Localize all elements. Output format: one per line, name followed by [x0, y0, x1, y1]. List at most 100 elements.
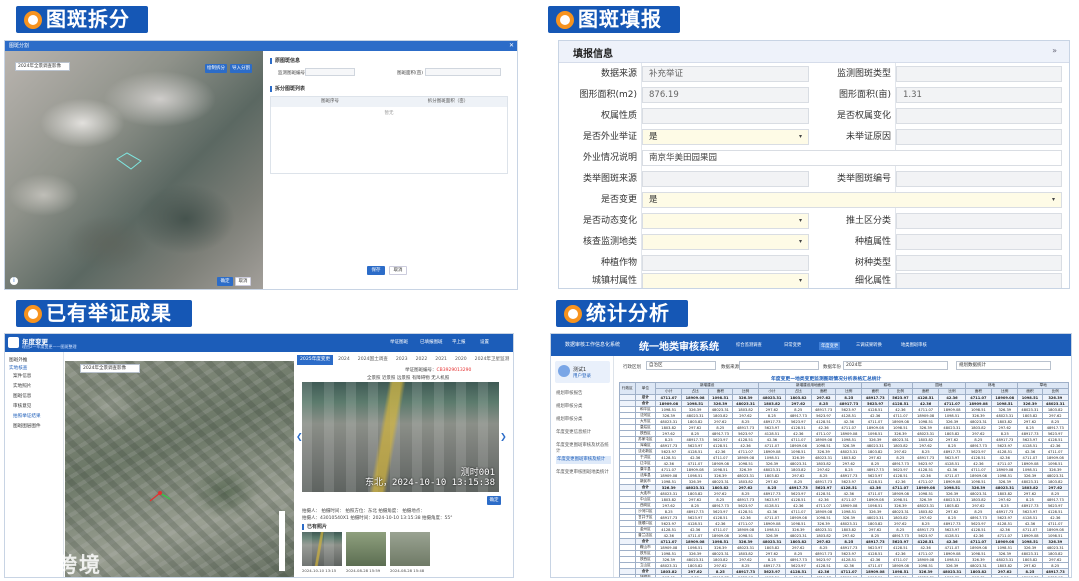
tab-year[interactable]: 2021	[432, 355, 450, 365]
nav-item[interactable]: 地类图斑审核	[901, 342, 927, 348]
tab-year[interactable]: 2024国土调查	[355, 355, 391, 365]
table-cell: 5623.97	[731, 574, 760, 577]
pin-code-label: 举证图斑编号：CB3929013290	[405, 367, 471, 373]
similar-source-field[interactable]	[642, 171, 809, 187]
nav-item[interactable]: 平上报	[452, 339, 466, 345]
map-view[interactable]: 2024年全景调查影像 绘制拆分 导入分割 确定 取消 i	[5, 51, 263, 289]
nav-item[interactable]: 已填报图斑	[420, 339, 443, 345]
sidebar-item[interactable]: 图斑信息	[13, 393, 31, 399]
sidebar-item[interactable]: 规划审核分类	[556, 417, 611, 423]
fill-form-panel: 填报信息 » 数据来源 补充举证 监测图斑类型 图形面积(m2) 876.19 …	[558, 40, 1070, 289]
map-cancel-button[interactable]: 取消	[235, 277, 251, 286]
photo-thumbnail[interactable]	[302, 532, 342, 566]
next-photo-icon[interactable]: ❯	[500, 432, 507, 441]
layer-select[interactable]: 2024年全景调查影像	[80, 364, 140, 373]
table-cell: 4711.07	[810, 574, 837, 577]
tab-year[interactable]: 2024年卫星监测	[472, 355, 513, 365]
user-card[interactable]: 测试1 用户登录	[555, 361, 610, 383]
parcel-outline[interactable]	[115, 151, 145, 171]
close-icon[interactable]: ✕	[509, 41, 514, 51]
tab-year[interactable]: 2022	[413, 355, 431, 365]
no-evidence-reason-field[interactable]	[896, 129, 1062, 145]
sidebar-item[interactable]: 实地核查	[9, 365, 27, 371]
tab-year[interactable]: 2023	[393, 355, 411, 365]
table-cell: 1803.82	[938, 574, 966, 577]
ownership-change-field[interactable]	[896, 108, 1062, 124]
planting-attr-field[interactable]	[896, 234, 1062, 250]
filter-option[interactable]: 有障碍物	[412, 376, 430, 381]
data-source-field[interactable]: 补充举证	[642, 66, 809, 82]
is-changed-select[interactable]: 是 ▾	[642, 192, 1062, 208]
sidebar-item[interactable]: 年度变更信息统计	[556, 430, 611, 436]
stats-select[interactable]: 规划数据统计	[956, 361, 1051, 370]
tree-type-field[interactable]	[896, 255, 1062, 271]
region-select[interactable]: 自治区	[646, 361, 716, 370]
table-cell: 5623.97	[1041, 574, 1069, 577]
form-row: 是否动态变化 ▾ 推土区分类	[559, 211, 1069, 232]
crop-field[interactable]	[642, 255, 809, 271]
monitor-type-field[interactable]	[896, 66, 1062, 82]
photo-thumbnail[interactable]	[346, 532, 386, 566]
sidebar-item[interactable]: 年度变更图斑审核及状态统计	[556, 443, 611, 454]
collapse-icon[interactable]: »	[1052, 46, 1057, 55]
nav-item[interactable]: 年度变更	[819, 342, 841, 350]
photo-thumbnail[interactable]	[390, 532, 430, 566]
bullet-icon	[556, 10, 574, 29]
sidebar-item[interactable]: 图斑图层图件	[13, 423, 41, 429]
sidebar-item[interactable]: 年度变更审核图斑地类统计	[556, 470, 611, 476]
filter-option[interactable]: 远景照	[397, 376, 411, 381]
draw-split-button[interactable]: 绘制拆分	[205, 64, 227, 73]
tab-year[interactable]: 2025年度变更	[297, 355, 334, 365]
pin-markers[interactable]	[145, 481, 185, 511]
tab-year[interactable]: 2024	[335, 355, 353, 365]
bulldozer-class-field[interactable]	[896, 213, 1062, 229]
nav-item[interactable]: 日常变更	[784, 342, 801, 348]
nav-item[interactable]: 三调成果转换	[856, 342, 882, 348]
ownership-field[interactable]	[642, 108, 809, 124]
sidebar-item[interactable]: 规划审核报告	[556, 391, 611, 397]
year-select[interactable]: 2024年	[843, 361, 948, 370]
map-confirm-button[interactable]: 确定	[217, 277, 233, 286]
evidence-photo[interactable]: 测时001 东北，2024-10-10 13:15:38	[302, 382, 499, 492]
field-label: 数据来源	[600, 69, 637, 79]
import-split-button[interactable]: 导入分割	[230, 64, 252, 73]
ok-button[interactable]: 确定	[487, 496, 501, 505]
save-button[interactable]: 保存	[367, 266, 385, 275]
filter-option[interactable]: 无人机照	[431, 376, 449, 381]
nav-item[interactable]: 举证图斑	[390, 339, 408, 345]
sidebar-item[interactable]: 实地照片	[13, 383, 31, 389]
photo-stamp-time: 东北，2024-10-10 13:15:38	[365, 478, 495, 488]
photo-info-2: 拍摄人：43010540X1 拍摄时间：2024-10-10 13:15:38 …	[302, 516, 453, 521]
dynamic-change-select[interactable]: ▾	[642, 213, 809, 229]
field-evidence-select[interactable]: 是 ▾	[642, 129, 809, 145]
form-row: 城镇村属性 ▾ 细化属性	[559, 271, 1069, 288]
cancel-button[interactable]: 取消	[389, 266, 407, 275]
filter-option[interactable]: 近景照	[382, 376, 396, 381]
info-icon[interactable]: i	[10, 277, 18, 285]
map-view[interactable]: 2024年全景调查影像	[65, 361, 294, 577]
sidebar-item[interactable]: 拍照举证结果	[13, 413, 41, 419]
land-class-select[interactable]: ▾	[642, 234, 809, 250]
urban-attr-select[interactable]: ▾	[642, 273, 809, 288]
form-row: 类举图斑来源 类举图斑编号	[559, 169, 1069, 190]
layer-select[interactable]: 2024年全景调查影像	[15, 62, 70, 71]
zoom-controls[interactable]	[279, 511, 285, 571]
sidebar-item[interactable]: 审核意见	[13, 403, 31, 409]
area-mu-field[interactable]: 1.31	[896, 87, 1062, 103]
refine-attr-field[interactable]	[896, 273, 1062, 288]
sidebar-item[interactable]: 图斑外推	[9, 357, 27, 363]
tab-year[interactable]: 2020	[452, 355, 470, 365]
sidebar-item-active[interactable]: 年度变更图斑审核及统计	[556, 456, 611, 464]
sidebar-item[interactable]: 案件信息	[13, 373, 31, 379]
area-m2-field[interactable]: 876.19	[642, 87, 809, 103]
nav-item[interactable]: 综合监测调查	[736, 342, 762, 348]
source-select[interactable]	[739, 361, 819, 370]
field-note-input[interactable]: 南京华美田园果园	[642, 150, 1062, 166]
similar-code-field[interactable]	[896, 171, 1062, 187]
filter-option[interactable]: 全景照	[367, 376, 381, 381]
prev-photo-icon[interactable]: ❮	[296, 432, 303, 441]
nav-item[interactable]: 设置	[480, 339, 489, 345]
form-row: 是否外业举证 是 ▾ 未举证原因	[559, 127, 1069, 148]
sidebar-item[interactable]: 规划审核分类	[556, 404, 611, 410]
filter-label: 数据年份	[823, 365, 841, 370]
